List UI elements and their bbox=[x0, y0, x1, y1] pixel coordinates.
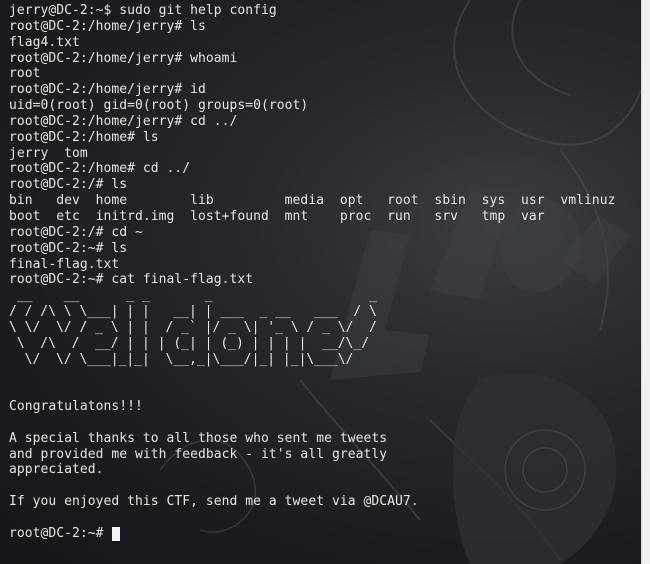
message-line bbox=[9, 478, 641, 494]
terminal-line: flag4.txt bbox=[9, 34, 80, 50]
text-cursor[interactable] bbox=[112, 526, 121, 541]
terminal-output[interactable]: jerry@DC-2:~$ sudo git help config root@… bbox=[9, 3, 641, 564]
terminal-line: root@DC-2:/home# cd ../ bbox=[9, 161, 191, 177]
window-edge bbox=[641, 0, 650, 564]
ascii-art-line: / / /\ \ \___| | | __| | ___ _ __ ___ / … bbox=[9, 304, 377, 320]
command-history: jerry@DC-2:~$ sudo git help config root@… bbox=[9, 3, 641, 288]
terminal-line: root@DC-2:/# ls bbox=[9, 177, 128, 193]
terminal-window[interactable]: jerry@DC-2:~$ sudo git help config root@… bbox=[0, 0, 641, 564]
terminal-line: root@DC-2:/# cd ~ bbox=[9, 224, 143, 240]
ascii-art-line: \ /\ / __/ | | | (_| | (_) | | | | __/\_… bbox=[9, 335, 377, 351]
terminal-line: root@DC-2:/home/jerry# id bbox=[9, 82, 206, 98]
ascii-art-banner: __ __ _ _ _ _ / / /\ \ \___| | | __| | _… bbox=[9, 288, 641, 367]
message-line: and provided me with feedback - it's all… bbox=[9, 446, 388, 462]
message-line bbox=[9, 415, 641, 431]
terminal-line: root@DC-2:/home/jerry# whoami bbox=[9, 50, 238, 66]
ascii-art-line: \/ \/ \___|_|_| \__,_|\___/|_| |_|\___\/ bbox=[9, 351, 377, 367]
message-line bbox=[9, 367, 641, 383]
ascii-art-line: __ __ _ _ _ _ bbox=[9, 288, 385, 304]
terminal-line: final-flag.txt bbox=[9, 256, 120, 272]
terminal-line: uid=0(root) gid=0(root) groups=0(root) bbox=[9, 98, 309, 114]
terminal-line: jerry tom bbox=[9, 145, 88, 161]
terminal-line: root@DC-2:/home/jerry# ls bbox=[9, 18, 206, 34]
terminal-line: root@DC-2:/home/jerry# cd ../ bbox=[9, 113, 238, 129]
terminal-line: root@DC-2:~# cat final-flag.txt bbox=[9, 272, 254, 288]
message-line bbox=[9, 510, 641, 526]
terminal-line: jerry@DC-2:~$ sudo git help config bbox=[9, 3, 277, 18]
ascii-art-line: \ \/ \/ / _ \ | | / _` |/ _ \| '_ \ / _ … bbox=[9, 319, 377, 335]
terminal-line: root@DC-2:/home# ls bbox=[9, 129, 159, 145]
prompt-text: root@DC-2:~# bbox=[9, 525, 112, 541]
terminal-line: boot etc initrd.img lost+found mnt proc … bbox=[9, 208, 545, 224]
terminal-line: root bbox=[9, 66, 41, 82]
message-line: appreciated. bbox=[9, 462, 104, 478]
terminal-line: root@DC-2:~# ls bbox=[9, 240, 128, 256]
terminal-line: bin dev home lib media opt root sbin sys… bbox=[9, 193, 616, 209]
flag-message: Congratulatons!!! A special thanks to al… bbox=[9, 367, 641, 525]
message-line bbox=[9, 383, 641, 399]
message-line: A special thanks to all those who sent m… bbox=[9, 430, 388, 446]
command-prompt[interactable]: root@DC-2:~# bbox=[9, 526, 641, 542]
message-line: If you enjoyed this CTF, send me a tweet… bbox=[9, 494, 419, 510]
message-line: Congratulatons!!! bbox=[9, 399, 143, 415]
